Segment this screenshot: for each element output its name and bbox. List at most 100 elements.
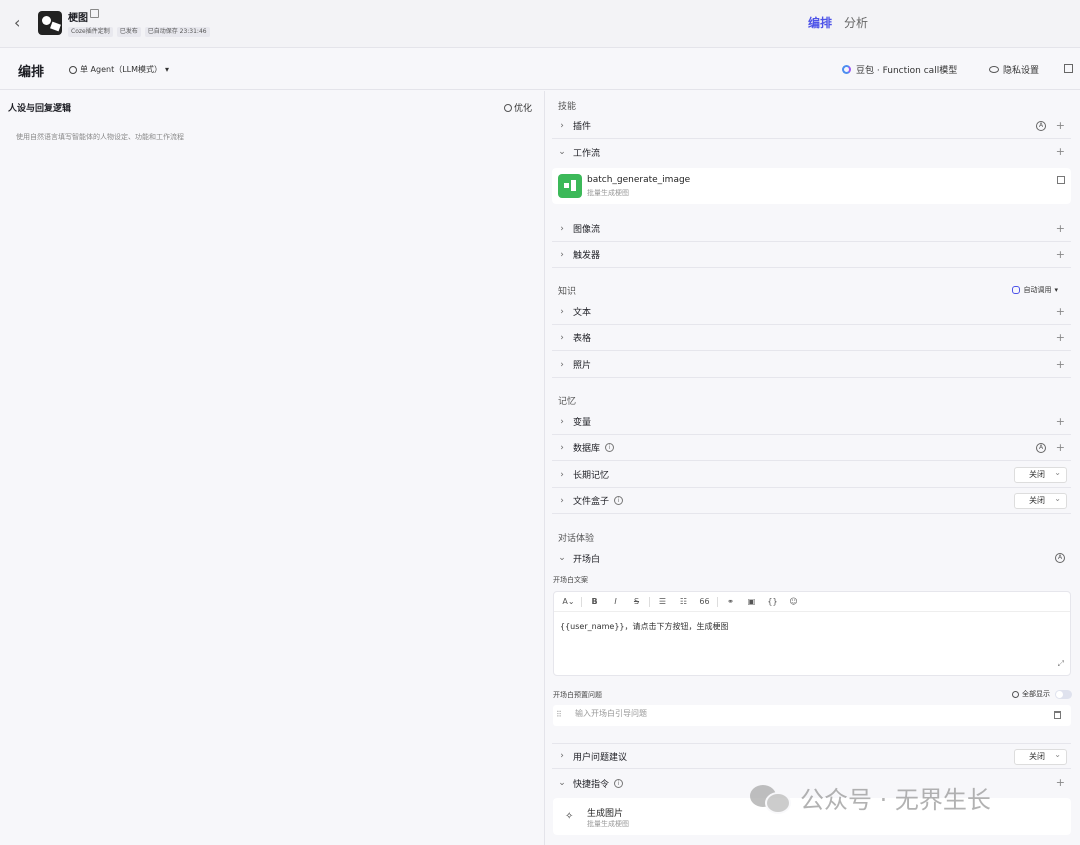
auto-icon[interactable]: A (1036, 121, 1046, 131)
bold-icon[interactable]: B (584, 597, 605, 606)
suggestions-select[interactable]: 关闭 (1014, 748, 1067, 765)
plugins-label: 插件 (573, 122, 592, 132)
optimize-label: 优化 (514, 104, 533, 114)
tag-autosave: 已自动保存 23:31:46 (144, 27, 210, 37)
tab-analysis[interactable]: 分析 (844, 14, 868, 31)
tab-arrange[interactable]: 编排 (808, 14, 832, 31)
image-icon[interactable]: ▣ (741, 597, 762, 606)
divider (717, 596, 718, 607)
add-variable-icon[interactable]: + (1056, 415, 1065, 428)
auto-call-select[interactable]: 自动调用 ▾ (1012, 285, 1058, 295)
filebox-label: 文件盒子 (573, 497, 610, 507)
chevron-right-icon: › (560, 223, 564, 234)
layout-icon[interactable] (1064, 64, 1073, 73)
sub-header: 编排 单 Agent（LLM模式） ▾ 豆包 · Function call模型… (0, 48, 1080, 90)
expand-icon[interactable]: ⤢ (1058, 659, 1064, 669)
strikethrough-icon[interactable]: S (626, 597, 647, 606)
add-imageflow-icon[interactable]: + (1056, 222, 1065, 235)
persona-title: 人设与回复逻辑 (8, 104, 72, 114)
info-icon[interactable]: i (614, 496, 624, 505)
database-row[interactable]: › 数据库 i A + (552, 435, 1071, 461)
shortcut-name: 生成图片 (587, 809, 624, 819)
info-icon[interactable]: i (605, 443, 615, 452)
long-term-memory-select[interactable]: 关闭 (1014, 466, 1067, 483)
bullet-list-icon[interactable]: ☰ (652, 597, 673, 606)
text-knowledge-row[interactable]: › 文本 + (552, 299, 1071, 325)
add-text-icon[interactable]: + (1056, 305, 1065, 318)
opening-editor[interactable]: A⌄ B I S ☰ ☷ 66 ⚭ ▣ {} ☺ {{user_name}}，请… (553, 591, 1071, 676)
chevron-down-icon: ⌄ (558, 147, 566, 157)
opening-text[interactable]: {{user_name}}，请点击下方按钮，生成梗图 (560, 621, 729, 632)
workflow-item[interactable]: batch_generate_image 批量生成梗图 (552, 168, 1071, 204)
persona-panel: 人设与回复逻辑 优化 使用自然语言填写智能体的人物设定、功能和工作流程 (0, 91, 545, 845)
show-all-toggle[interactable]: 全部显示 (1012, 689, 1072, 699)
back-icon[interactable]: ‹ (14, 14, 30, 32)
table-knowledge-label: 表格 (573, 334, 592, 344)
caret-down-icon: ▾ (1054, 286, 1058, 294)
chevron-right-icon: › (560, 332, 564, 343)
top-tabs: 编排 分析 (808, 14, 868, 31)
trigger-row[interactable]: › 触发器 + (552, 242, 1071, 268)
bot-name: 梗图 (68, 13, 88, 24)
chevron-right-icon: › (560, 306, 564, 317)
workflow-label: 工作流 (573, 148, 601, 159)
font-size-icon[interactable]: A⌄ (558, 597, 579, 606)
config-panel: 技能 › 插件 A + ⌄ 工作流 + batch_generate_image… (546, 91, 1080, 845)
auto-icon[interactable]: A (1055, 553, 1065, 563)
divider (649, 596, 650, 607)
open-external-icon[interactable] (1057, 176, 1065, 184)
code-icon[interactable]: {} (762, 597, 783, 606)
opening-text-label: 开场白文案 (553, 576, 588, 584)
auto-icon[interactable]: A (1036, 443, 1046, 453)
table-knowledge-row[interactable]: › 表格 + (552, 325, 1071, 351)
chevron-right-icon: › (560, 120, 564, 131)
trash-icon[interactable] (1054, 711, 1061, 719)
link-icon[interactable]: ⚭ (720, 597, 741, 606)
drag-handle-icon[interactable]: ⠿ (556, 710, 562, 719)
shortcut-desc: 批量生成梗图 (587, 820, 629, 828)
suggestions-row[interactable]: › 用户问题建议 关闭 (552, 743, 1071, 769)
add-shortcut-icon[interactable]: + (1056, 776, 1065, 789)
add-database-icon[interactable]: + (1056, 441, 1065, 454)
info-icon[interactable]: i (614, 778, 624, 788)
add-trigger-icon[interactable]: + (1056, 248, 1065, 261)
imageflow-row[interactable]: › 图像流 + (552, 216, 1071, 242)
filebox-select[interactable]: 关闭 (1014, 492, 1067, 509)
optimize-button[interactable]: 优化 (504, 101, 532, 114)
chevron-down-icon: ⌄ (558, 778, 566, 788)
shortcuts-label: 快捷指令 (573, 779, 610, 790)
suggestions-label: 用户问题建议 (573, 752, 628, 763)
filebox-row[interactable]: › 文件盒子 i 关闭 (552, 488, 1071, 514)
chevron-right-icon: › (560, 442, 564, 453)
opening-row[interactable]: ⌄ 开场白 A (552, 545, 1071, 571)
agent-mode-select[interactable]: 单 Agent（LLM模式） ▾ (69, 64, 169, 75)
workflow-desc: 批量生成梗图 (587, 189, 629, 197)
variables-row[interactable]: › 变量 + (552, 409, 1071, 435)
quote-icon[interactable]: 66 (694, 597, 715, 606)
bot-avatar[interactable] (38, 11, 62, 35)
privacy-settings-button[interactable]: 隐私设置 (989, 63, 1039, 76)
chevron-right-icon: › (560, 416, 564, 427)
long-term-memory-label: 长期记忆 (573, 471, 610, 481)
show-all-switch[interactable] (1055, 689, 1072, 699)
add-plugin-icon[interactable]: + (1056, 119, 1065, 132)
bot-tags: Coze插件定制 已发布 已自动保存 23:31:46 (68, 27, 210, 37)
edit-icon[interactable] (90, 9, 99, 18)
long-term-memory-row[interactable]: › 长期记忆 关闭 (552, 462, 1071, 488)
wechat-logo-icon (750, 783, 791, 814)
model-select[interactable]: 豆包 · Function call模型 (842, 63, 957, 76)
numbered-list-icon[interactable]: ☷ (673, 597, 694, 606)
persona-input[interactable]: 使用自然语言填写智能体的人物设定、功能和工作流程 (16, 132, 184, 142)
user-icon[interactable]: ☺ (783, 597, 804, 606)
photo-knowledge-row[interactable]: › 照片 + (552, 352, 1071, 378)
italic-icon[interactable]: I (605, 597, 626, 606)
add-table-icon[interactable]: + (1056, 331, 1065, 344)
preset-question-input[interactable] (575, 709, 1035, 718)
preset-questions-label: 开场白预置问题 (553, 691, 602, 699)
add-workflow-icon[interactable]: + (1056, 145, 1065, 158)
agent-mode-label: 单 Agent（LLM模式） (80, 65, 163, 74)
add-photo-icon[interactable]: + (1056, 358, 1065, 371)
plugins-row[interactable]: › 插件 A + (552, 113, 1071, 139)
auto-call-label: 自动调用 (1023, 286, 1052, 294)
workflow-row[interactable]: ⌄ 工作流 + (552, 139, 1071, 165)
